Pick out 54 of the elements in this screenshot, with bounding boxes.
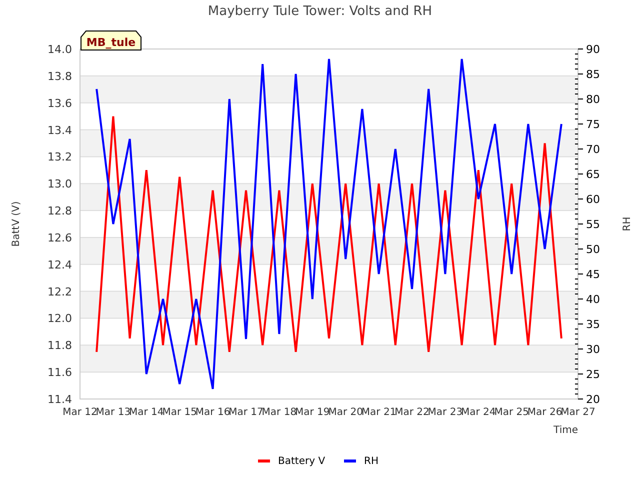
y2-tick-label: 35 [586,318,600,331]
y2-tick-label: 25 [586,368,600,381]
y2-tick-label: 90 [586,43,600,56]
x-tick-label: Mar 23 [428,407,463,418]
y2-tick-label: 40 [586,293,600,306]
y-tick-label: 12.2 [48,285,72,298]
y-tick-label: 13.4 [48,124,72,137]
x-tick-label: Mar 21 [361,407,396,418]
y2-tick-label: 70 [586,143,600,156]
y-axis-label: BattV (V) [11,201,22,247]
y-tick-label: 12.0 [48,312,72,326]
y-tick-label: 11.8 [48,339,72,352]
y-tick-label: 12.4 [48,258,72,272]
x-tick-label: Mar 14 [129,407,164,418]
y-tick-label: 14.0 [48,43,72,56]
y2-tick-label: 60 [586,193,600,206]
x-tick-label: Mar 24 [461,407,496,418]
x-tick-label: Mar 26 [527,407,562,418]
y2-tick-label: 85 [586,68,600,81]
legend-swatch [258,460,270,462]
y-tick-label: 11.6 [48,366,72,380]
x-tick-label: Mar 22 [394,407,430,418]
x-tick-label: Mar 12 [62,407,98,418]
y2-tick-label: 65 [586,168,600,181]
x-tick-label: Mar 25 [494,407,529,418]
y2-tick-label: 30 [586,343,600,356]
x-tick-label: Mar 16 [195,407,230,418]
x-tick-label: Mar 13 [96,407,131,418]
site-tag: MB_tule [80,30,142,50]
x-tick-label: Mar 19 [295,407,330,418]
y2-tick-label: 45 [586,268,600,281]
y2-axis-label: RH [622,216,633,232]
x-tick-label: Mar 18 [262,407,297,418]
y-tick-label: 13.0 [48,178,72,191]
y-tick-label: 13.6 [48,96,72,110]
y-tick-label: 12.8 [48,204,72,218]
y-tick-label: 12.6 [48,231,72,244]
chart-title: Mayberry Tule Tower: Volts and RH [208,4,432,19]
y-tick-label: 13.2 [48,150,72,164]
x-tick-label: Mar 20 [328,407,363,418]
x-tick-label: Mar 27 [560,407,596,418]
y2-tick-label: 55 [586,218,600,231]
legend-swatch [344,460,356,462]
y-tick-label: 11.4 [48,393,72,406]
legend-label: Battery V [278,456,326,467]
y2-tick-label: 50 [586,243,600,256]
x-axis-label: Time [554,425,578,436]
legend-label: RH [364,456,378,467]
x-tick-label: Mar 17 [228,407,264,418]
y2-tick-label: 75 [586,118,600,131]
y2-tick-label: 20 [586,393,600,406]
y2-tick-label: 80 [586,93,600,106]
x-tick-label: Mar 15 [162,407,197,418]
y-tick-label: 13.8 [48,70,72,83]
